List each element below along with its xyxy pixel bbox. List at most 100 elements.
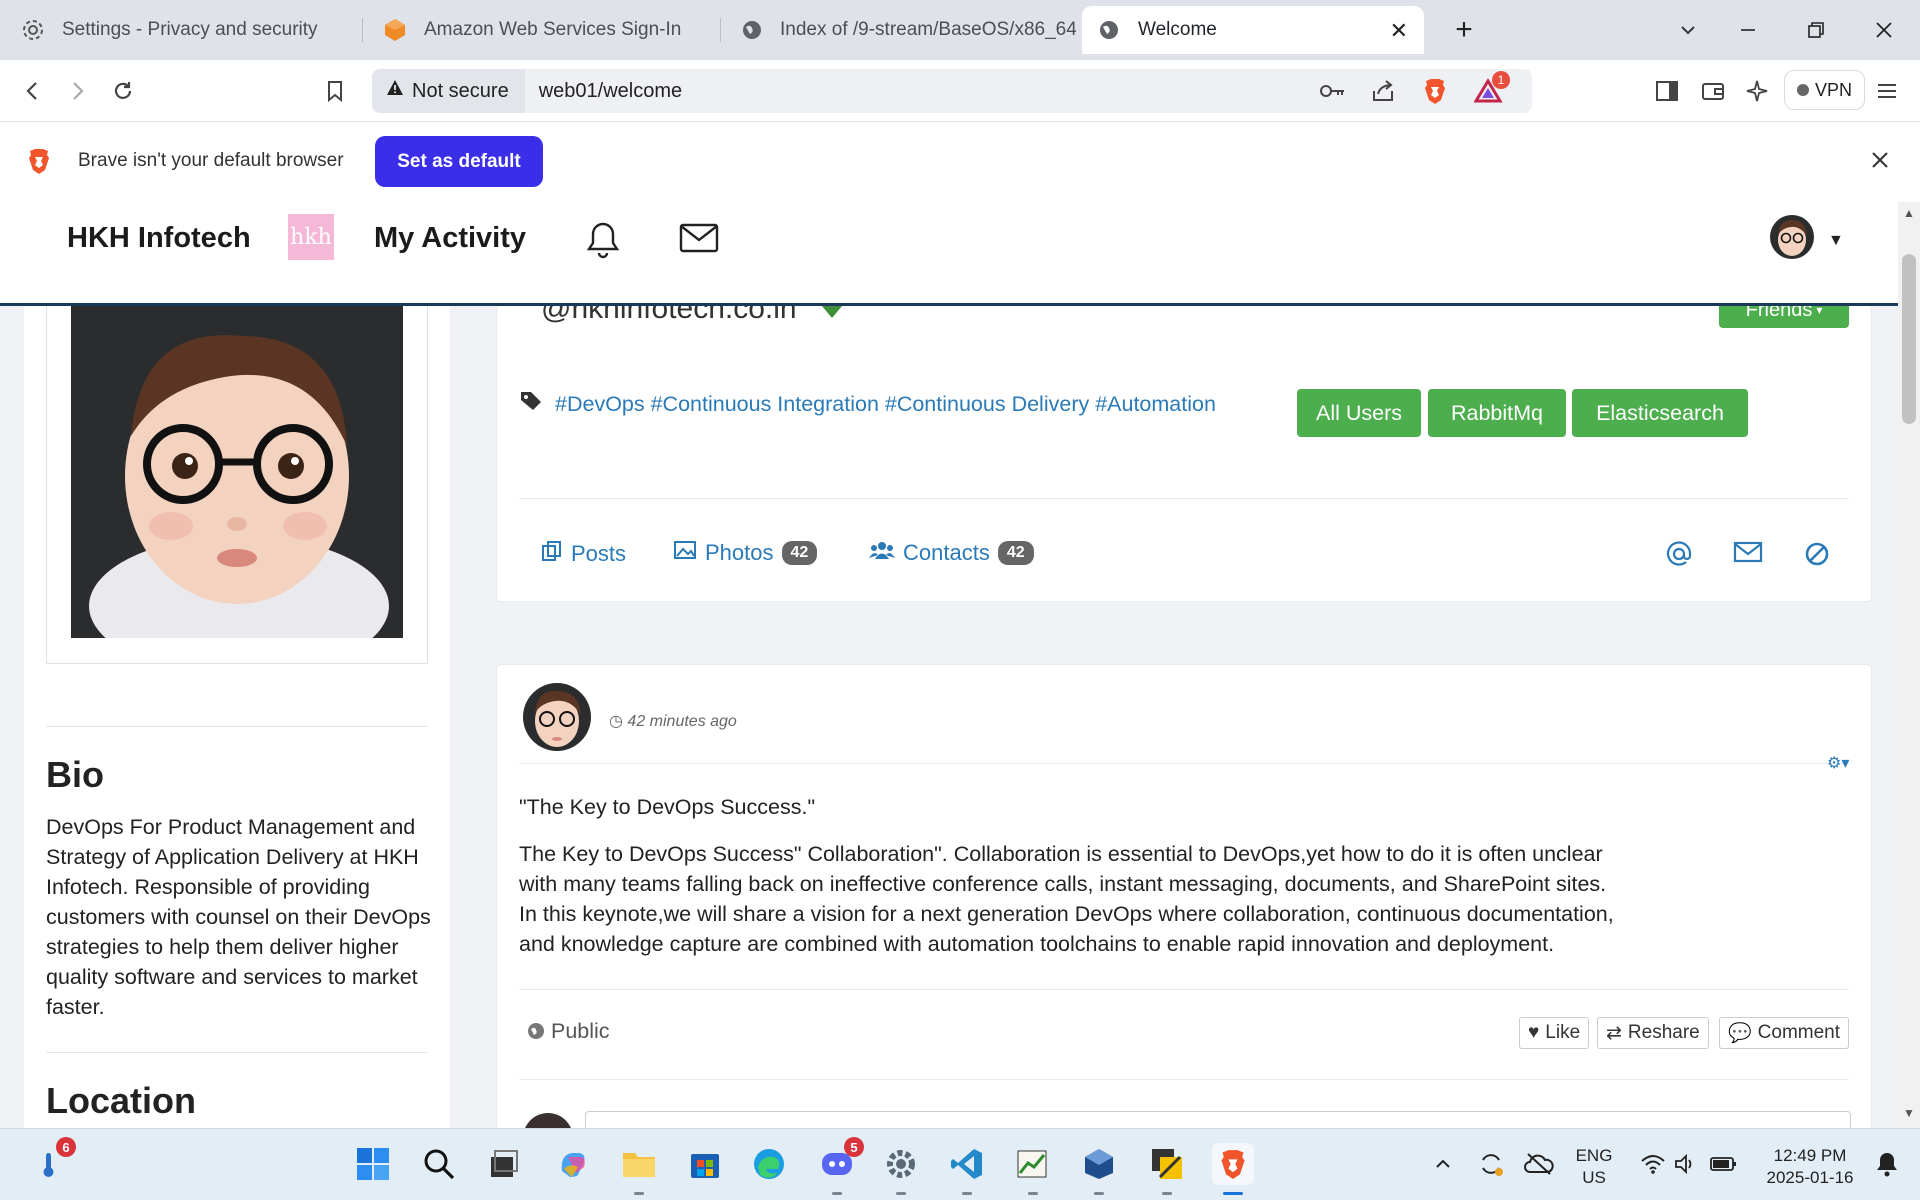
notifications-bell-icon[interactable] [1866, 1143, 1908, 1185]
copilot-icon[interactable] [552, 1143, 594, 1185]
scroll-up-arrow[interactable]: ▲ [1903, 206, 1915, 220]
weather-icon[interactable]: 6 [28, 1137, 76, 1185]
wallet-icon[interactable] [1694, 72, 1732, 110]
chart-app-icon[interactable] [1012, 1143, 1054, 1195]
posts-label: Posts [571, 541, 627, 566]
envelope-icon[interactable] [678, 220, 719, 260]
vscode-icon[interactable] [946, 1143, 988, 1195]
post-time-text: 42 minutes ago [627, 713, 737, 730]
new-tab-icon[interactable]: + [1444, 10, 1484, 50]
bell-icon[interactable] [584, 220, 624, 260]
task-view-icon[interactable] [482, 1143, 524, 1185]
search-icon[interactable] [418, 1143, 460, 1185]
scrollbar-thumb[interactable] [1902, 254, 1916, 424]
close-tab-icon[interactable]: ✕ [1390, 18, 1408, 44]
close-infobar-icon[interactable] [1870, 150, 1890, 175]
sidebar-toggle-icon[interactable] [1648, 72, 1686, 110]
message-icon[interactable] [1733, 540, 1763, 570]
default-browser-infobar: Brave isn't your default browser Set as … [0, 122, 1920, 202]
running-indicator [1162, 1192, 1172, 1195]
reshare-button[interactable]: ⇄ Reshare [1597, 1017, 1709, 1049]
tab-contacts[interactable]: Contacts 42 [869, 540, 1034, 566]
group-rabbitmq-button[interactable]: RabbitMq [1428, 389, 1566, 437]
url-text[interactable]: web01/welcome [539, 80, 682, 103]
security-indicator[interactable]: Not secure [372, 69, 525, 113]
vpn-button[interactable]: VPN [1784, 70, 1866, 110]
location-heading: Location [46, 1080, 196, 1121]
sync-icon[interactable] [1470, 1143, 1512, 1185]
post-card: ◷ 42 minutes ago ⚙▾ "The Key to DevOps S… [496, 664, 1872, 1163]
tab-settings[interactable]: Settings - Privacy and security [6, 6, 356, 54]
user-menu-caret-icon[interactable]: ▼ [1828, 232, 1844, 250]
post-visibility: Public [527, 1019, 610, 1046]
running-indicator [1223, 1192, 1243, 1195]
tab-posts[interactable]: Posts [541, 540, 626, 568]
vpn-status-icon [1797, 84, 1809, 96]
back-icon[interactable] [14, 72, 52, 110]
file-explorer-icon[interactable] [618, 1143, 660, 1195]
group-all-users-button[interactable]: All Users [1297, 389, 1421, 437]
settings-gear-icon[interactable] [880, 1143, 922, 1195]
heart-icon: ♥ [1528, 1022, 1540, 1043]
menu-icon[interactable] [1868, 72, 1906, 110]
volume-icon[interactable] [1664, 1143, 1706, 1185]
page-scrollbar[interactable]: ▲ ▼ [1898, 202, 1920, 1128]
tab-photos[interactable]: Photos 42 [673, 540, 818, 566]
brand-name[interactable]: HKH Infotech [67, 222, 251, 255]
post-author-avatar[interactable] [523, 683, 591, 751]
photos-icon [673, 540, 697, 566]
clock[interactable]: 12:49 PM 2025-01-16 [1758, 1145, 1862, 1189]
mention-icon[interactable] [1665, 540, 1695, 570]
my-activity-link[interactable]: My Activity [374, 222, 526, 255]
reload-icon[interactable] [104, 72, 142, 110]
language-indicator[interactable]: ENG US [1574, 1145, 1614, 1189]
leo-ai-icon[interactable] [1738, 72, 1776, 110]
key-icon[interactable] [1318, 79, 1346, 108]
address-bar[interactable]: Not secure web01/welcome 1 [372, 69, 1532, 113]
group-elasticsearch-button[interactable]: Elasticsearch [1572, 389, 1748, 437]
vpn-label: VPN [1815, 79, 1853, 100]
comment-button[interactable]: 💬 Comment [1719, 1017, 1850, 1049]
scroll-down-arrow[interactable]: ▼ [1903, 1106, 1915, 1120]
edge-icon[interactable] [748, 1143, 790, 1185]
set-as-default-button[interactable]: Set as default [375, 136, 543, 187]
brave-rewards-icon[interactable]: 1 [1473, 71, 1510, 110]
restore-icon[interactable] [1796, 10, 1836, 50]
bookmark-icon[interactable] [316, 72, 354, 110]
brave-shields-icon[interactable] [1422, 77, 1448, 110]
minimize-icon[interactable] [1728, 10, 1768, 50]
tab-aws-signin[interactable]: Amazon Web Services Sign-In [368, 6, 718, 54]
block-icon[interactable] [1803, 540, 1833, 570]
post-settings-gear-icon[interactable]: ⚙▾ [1827, 753, 1849, 773]
like-button[interactable]: ♥ Like [1519, 1017, 1590, 1049]
onedrive-offline-icon[interactable] [1518, 1143, 1560, 1185]
close-window-icon[interactable] [1864, 10, 1904, 50]
virtualbox-icon[interactable] [1078, 1143, 1120, 1195]
photos-label: Photos [705, 540, 774, 565]
hashtags[interactable]: #DevOps #Continuous Integration #Continu… [555, 392, 1216, 417]
profile-photo[interactable] [71, 306, 403, 638]
share-icon[interactable] [1370, 78, 1396, 109]
profile-header-card: @hkhinfotech.co.in Friends ▾ #DevOps #Co… [496, 292, 1872, 602]
site-logo[interactable]: hkh [288, 214, 334, 260]
globe-icon [527, 1021, 545, 1046]
contacts-count-badge: 42 [997, 541, 1034, 565]
start-windows-icon[interactable] [352, 1143, 394, 1185]
tab-index-baseos[interactable]: Index of /9-stream/BaseOS/x86_64/ [726, 6, 1076, 54]
running-indicator [634, 1192, 644, 1195]
globe-icon [1096, 17, 1122, 43]
contacts-icon [869, 540, 895, 566]
microsoft-store-icon[interactable] [684, 1143, 726, 1185]
discord-icon[interactable]: 5 [816, 1137, 864, 1195]
tab-search-chevron-icon[interactable] [1668, 10, 1708, 50]
user-avatar[interactable] [1770, 215, 1814, 259]
running-indicator [1028, 1192, 1038, 1195]
battery-icon[interactable] [1702, 1143, 1744, 1185]
hashtag-row: #DevOps #Continuous Integration #Continu… [519, 390, 1216, 418]
tab-welcome[interactable]: Welcome ✕ [1082, 6, 1424, 54]
show-hidden-icons-chevron-icon[interactable] [1422, 1143, 1464, 1185]
warning-icon [386, 79, 404, 103]
forward-icon[interactable] [58, 72, 96, 110]
brave-taskbar-icon[interactable] [1212, 1143, 1254, 1195]
putty-icon[interactable] [1146, 1143, 1188, 1195]
